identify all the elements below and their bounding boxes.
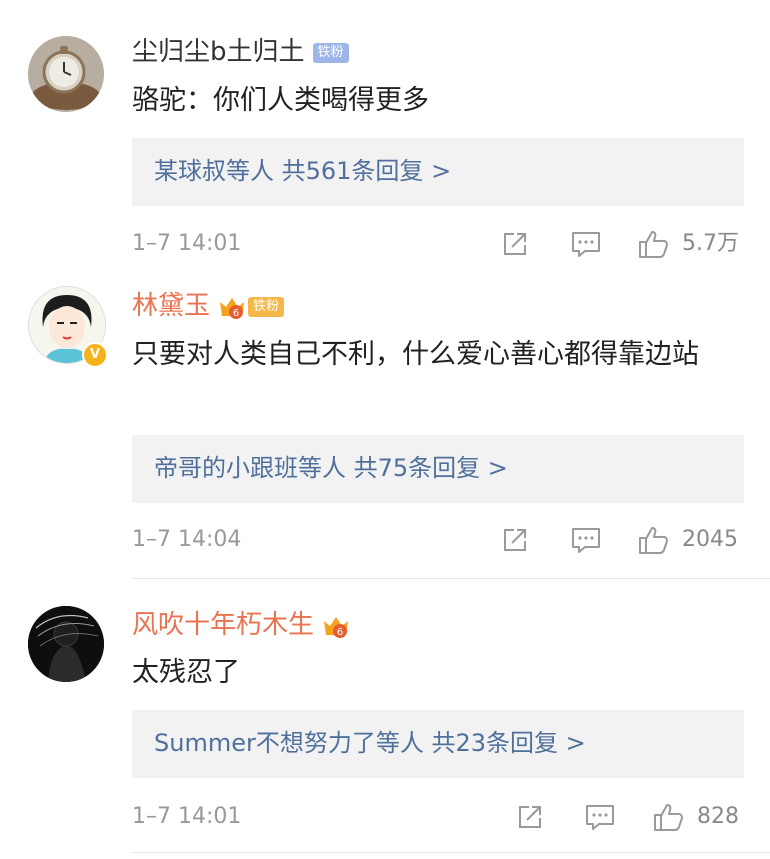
reply-summary-link[interactable]: 帝哥的小跟班等人 共75条回复 > bbox=[154, 452, 508, 484]
comment-text: 骆驼：你们人类喝得更多 bbox=[132, 85, 429, 116]
comment-icon[interactable] bbox=[570, 229, 602, 259]
like-count: 5.7万 bbox=[682, 231, 739, 256]
fan-badge: 铁粉 bbox=[312, 42, 349, 63]
fan-badge: 铁粉 bbox=[248, 296, 285, 317]
timestamp: 1–7 14:01 bbox=[132, 804, 242, 829]
comment-icon[interactable] bbox=[584, 802, 616, 832]
svg-text:6: 6 bbox=[233, 308, 239, 319]
thumbs-up-icon[interactable] bbox=[637, 229, 671, 259]
verified-badge: V bbox=[82, 342, 108, 368]
reply-summary-link[interactable]: 某球叔等人 共561条回复 > bbox=[154, 155, 451, 187]
like-count: 2045 bbox=[682, 527, 738, 552]
comment-meta: 1–7 14:04 2045 bbox=[132, 525, 744, 555]
reply-summary[interactable]: 某球叔等人 共561条回复 > bbox=[132, 138, 744, 206]
share-icon[interactable] bbox=[515, 802, 545, 832]
comment-meta: 1–7 14:01 5.7万 bbox=[132, 229, 744, 259]
reply-summary[interactable]: Summer不想努力了等人 共23条回复 > bbox=[132, 710, 744, 778]
timestamp: 1–7 14:01 bbox=[132, 231, 242, 256]
comment-item: V 林黛玉 6 铁粉 只要对人类自己不利，什么爱心善心都得靠边站 帝哥的小跟班等… bbox=[0, 270, 770, 576]
svg-text:6: 6 bbox=[337, 627, 343, 638]
avatar[interactable] bbox=[28, 606, 104, 682]
thumbs-up-icon[interactable] bbox=[637, 525, 671, 555]
username[interactable]: 风吹十年朽木生 6 bbox=[132, 610, 350, 640]
share-icon[interactable] bbox=[500, 525, 530, 555]
username[interactable]: 林黛玉 6 铁粉 bbox=[132, 291, 285, 321]
comment-item: 尘归尘b土归土 铁粉 骆驼：你们人类喝得更多 某球叔等人 共561条回复 > 1–… bbox=[0, 0, 770, 270]
vip-crown-icon: 6 bbox=[218, 294, 246, 320]
comment-divider bbox=[132, 578, 770, 579]
reply-summary-link[interactable]: Summer不想努力了等人 共23条回复 > bbox=[154, 727, 586, 759]
like-count: 828 bbox=[697, 804, 739, 829]
timestamp: 1–7 14:04 bbox=[132, 527, 242, 552]
thumbs-up-icon[interactable] bbox=[652, 802, 686, 832]
username[interactable]: 尘归尘b土归土 铁粉 bbox=[132, 37, 349, 67]
vip-crown-icon: 6 bbox=[322, 613, 350, 639]
comment-meta: 1–7 14:01 828 bbox=[132, 802, 744, 832]
comment-icon[interactable] bbox=[570, 525, 602, 555]
comment-text: 只要对人类自己不利，什么爱心善心都得靠边站 bbox=[132, 339, 699, 370]
comment-divider bbox=[132, 852, 770, 853]
comment-item: 风吹十年朽木生 6 太残忍了 Summer不想努力了等人 共23条回复 > 1–… bbox=[0, 580, 770, 859]
comment-text: 太残忍了 bbox=[132, 657, 240, 688]
avatar[interactable] bbox=[28, 36, 104, 112]
reply-summary[interactable]: 帝哥的小跟班等人 共75条回复 > bbox=[132, 435, 744, 503]
share-icon[interactable] bbox=[500, 229, 530, 259]
